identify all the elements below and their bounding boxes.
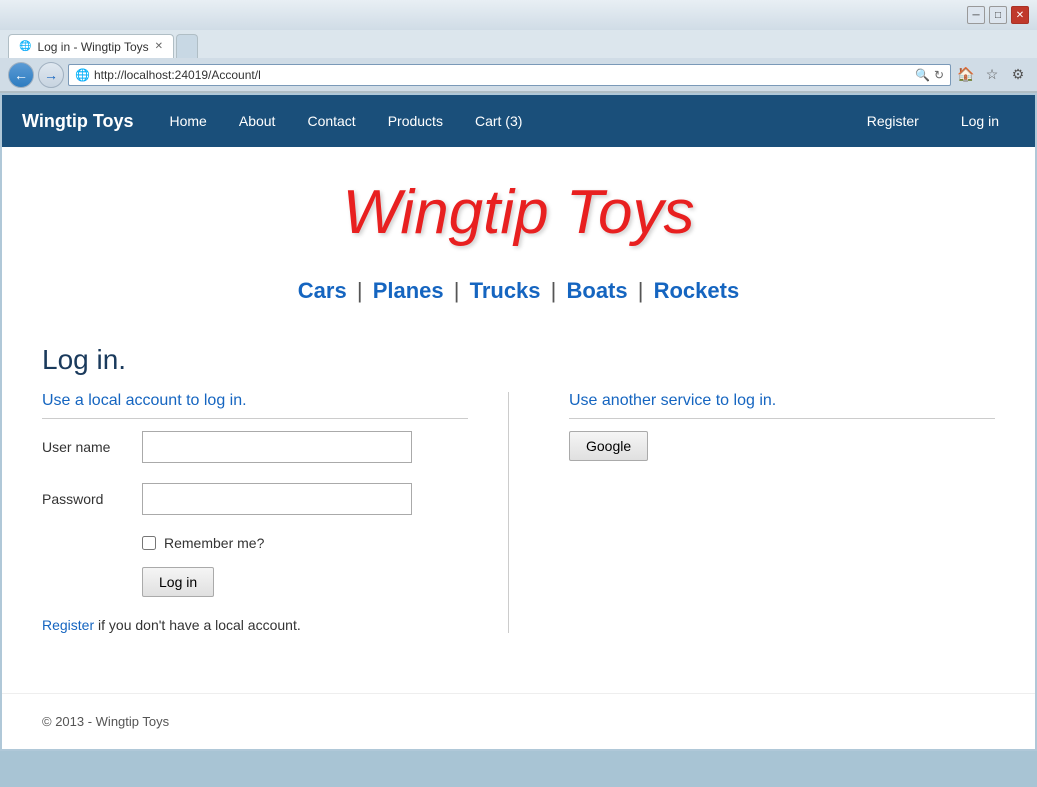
tab-favicon: 🌐: [19, 41, 31, 52]
username-input[interactable]: [142, 431, 412, 463]
sep-3: |: [551, 278, 557, 303]
site-header: Wingtip Toys: [2, 147, 1035, 268]
remember-checkbox[interactable]: [142, 536, 156, 550]
forward-button[interactable]: →: [38, 62, 64, 88]
url-favicon: 🌐: [75, 68, 90, 82]
active-tab[interactable]: 🌐 Log in - Wingtip Toys ✕: [8, 34, 174, 58]
cat-planes[interactable]: Planes: [373, 278, 444, 303]
login-right: Use another service to log in. Google: [549, 392, 995, 633]
toolbar-icons: 🏠 ☆ ⚙: [955, 64, 1029, 86]
username-group: User name: [42, 431, 468, 463]
cat-boats[interactable]: Boats: [567, 278, 628, 303]
minimize-button[interactable]: ─: [967, 6, 985, 24]
settings-icon[interactable]: ⚙: [1007, 64, 1029, 86]
cat-cars[interactable]: Cars: [298, 278, 347, 303]
tab-label: Log in - Wingtip Toys: [37, 40, 148, 54]
login-left: Use a local account to log in. User name…: [42, 392, 509, 633]
register-link[interactable]: Register: [42, 617, 94, 633]
cat-trucks[interactable]: Trucks: [470, 278, 541, 303]
remember-row: Remember me?: [142, 535, 468, 551]
main-content: Log in. Use a local account to log in. U…: [2, 324, 1035, 673]
inactive-tab[interactable]: [176, 34, 198, 58]
sep-2: |: [454, 278, 460, 303]
password-group: Password: [42, 483, 468, 515]
nav-right: Register Log in: [851, 95, 1015, 147]
cat-rockets[interactable]: Rockets: [654, 278, 740, 303]
favorites-icon[interactable]: ☆: [981, 64, 1003, 86]
home-icon[interactable]: 🏠: [955, 64, 977, 86]
restore-button[interactable]: □: [989, 6, 1007, 24]
site-outer: Wingtip Toys Home About Contact Products…: [0, 93, 1037, 751]
category-nav: Cars | Planes | Trucks | Boats | Rockets: [2, 268, 1035, 324]
site-wrapper: Wingtip Toys Home About Contact Products…: [2, 95, 1035, 749]
nav-links: Home About Contact Products Cart (3): [154, 95, 851, 147]
service-section-title: Use another service to log in.: [569, 392, 995, 419]
login-container: Use a local account to log in. User name…: [42, 392, 995, 633]
password-input[interactable]: [142, 483, 412, 515]
password-label: Password: [42, 491, 142, 507]
nav-register[interactable]: Register: [851, 95, 935, 147]
page-title: Log in.: [42, 344, 995, 376]
nav-contact[interactable]: Contact: [291, 95, 371, 147]
register-hint: Register if you don't have a local accou…: [42, 617, 468, 633]
site-content: Wingtip Toys Cars | Planes | Trucks | Bo…: [2, 147, 1035, 749]
username-label: User name: [42, 439, 142, 455]
google-button[interactable]: Google: [569, 431, 648, 461]
tab-close-button[interactable]: ✕: [155, 41, 163, 52]
login-button[interactable]: Log in: [142, 567, 214, 597]
brand-logo[interactable]: Wingtip Toys: [22, 111, 134, 132]
search-icon: 🔍: [915, 68, 930, 82]
site-title: Wingtip Toys: [22, 177, 1015, 248]
address-bar: ← → 🌐 http://localhost:24019/Account/l 🔍…: [0, 58, 1037, 92]
local-section-title: Use a local account to log in.: [42, 392, 468, 419]
nav-home[interactable]: Home: [154, 95, 223, 147]
tab-bar: 🌐 Log in - Wingtip Toys ✕: [0, 30, 1037, 58]
remember-label: Remember me?: [164, 535, 264, 551]
nav-cart[interactable]: Cart (3): [459, 95, 538, 147]
register-hint-text: if you don't have a local account.: [98, 617, 301, 633]
nav-products[interactable]: Products: [372, 95, 459, 147]
site-footer: © 2013 - Wingtip Toys: [2, 693, 1035, 749]
refresh-icon[interactable]: ↻: [934, 68, 944, 82]
back-button[interactable]: ←: [8, 62, 34, 88]
sep-1: |: [357, 278, 363, 303]
close-button[interactable]: ✕: [1011, 6, 1029, 24]
title-bar: ─ □ ✕: [0, 0, 1037, 30]
nav-about[interactable]: About: [223, 95, 292, 147]
sep-4: |: [638, 278, 644, 303]
footer-text: © 2013 - Wingtip Toys: [42, 714, 169, 729]
nav-bar: Wingtip Toys Home About Contact Products…: [2, 95, 1035, 147]
url-text: http://localhost:24019/Account/l: [94, 68, 911, 82]
url-bar[interactable]: 🌐 http://localhost:24019/Account/l 🔍 ↻: [68, 64, 951, 86]
nav-login[interactable]: Log in: [945, 95, 1015, 147]
